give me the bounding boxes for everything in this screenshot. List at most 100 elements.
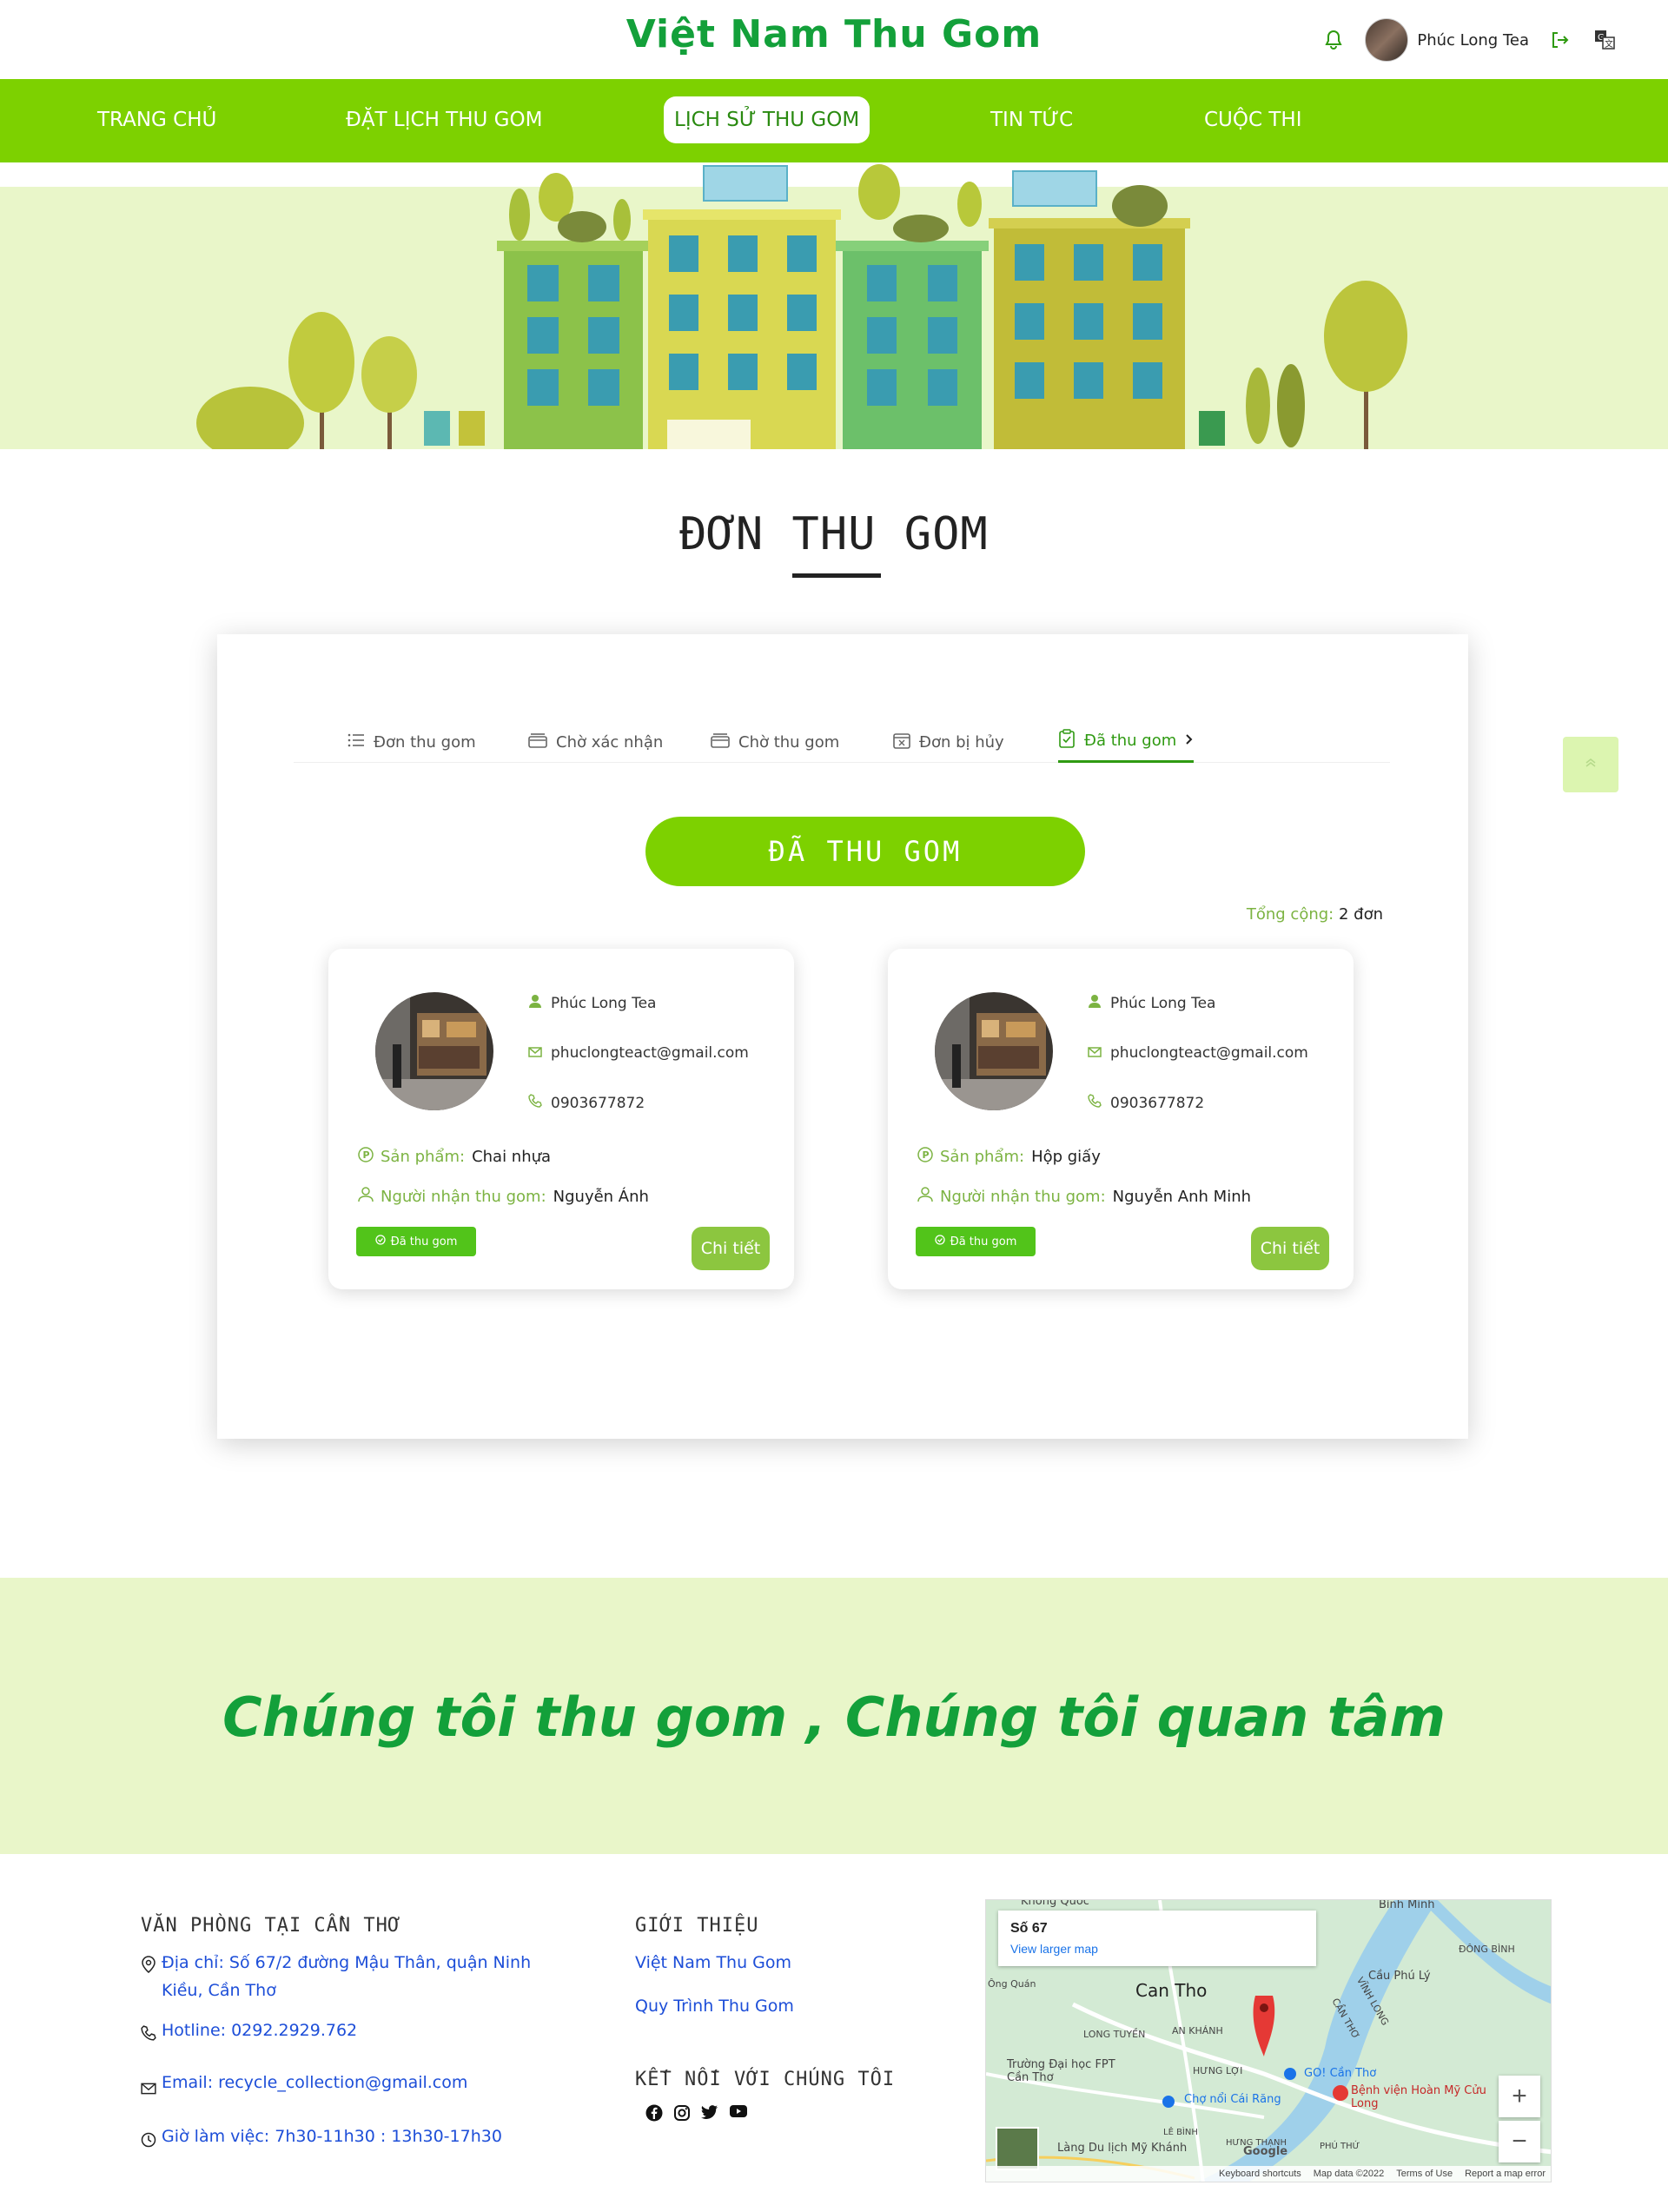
clock-icon: [141, 2123, 156, 2156]
site-header: Việt Nam Thu Gom Phúc Long Tea G文: [0, 0, 1668, 79]
facebook-icon[interactable]: [645, 2104, 663, 2125]
tab-awaiting-collection[interactable]: Chờ thu gom: [711, 721, 839, 763]
receiver-value: Nguyễn Anh Minh: [1112, 1188, 1252, 1206]
product-label: Sản phẩm:: [940, 1148, 1025, 1166]
list-icon: [348, 732, 365, 752]
zoom-in-button[interactable]: +: [1499, 2076, 1540, 2117]
product-value: Hộp giấy: [1031, 1148, 1101, 1166]
map-label: Khong Quoc: [1021, 1899, 1089, 1908]
nav-item-history[interactable]: LỊCH SỬ THU GOM: [664, 96, 870, 143]
user-icon: [1088, 994, 1102, 1012]
product-row: P Sản phẩm: Hộp giấy: [917, 1147, 1101, 1167]
map-label: Làng Du lịch Mỹ Khánh: [1057, 2142, 1188, 2155]
nav-item-contest[interactable]: CUỘC THI: [1194, 96, 1313, 143]
title-part-1: ĐƠN: [679, 508, 792, 560]
total-label: Tổng cộng:: [1246, 905, 1334, 924]
status-badge: Đã thu gom: [356, 1227, 476, 1256]
calendar-x-icon: [893, 732, 910, 753]
detail-button[interactable]: Chi tiết: [692, 1227, 770, 1270]
receiver-label: Người nhận thu gom:: [381, 1188, 546, 1206]
tab-collected[interactable]: Đã thu gom: [1058, 721, 1195, 763]
svg-text:P: P: [363, 1149, 370, 1161]
check-circle-icon: [374, 1235, 386, 1248]
terms-link[interactable]: Terms of Use: [1396, 2169, 1453, 2179]
tab-label: Đơn bị hủy: [919, 732, 1004, 752]
receiver-row: Người nhận thu gom: Nguyễn Anh Minh: [917, 1187, 1251, 1207]
view-larger-map-link[interactable]: View larger map: [1010, 1942, 1098, 1956]
intro-link-home[interactable]: Việt Nam Thu Gom: [635, 1949, 930, 1977]
badge-label: Đã thu gom: [390, 1235, 458, 1248]
tab-label: Đơn thu gom: [374, 732, 476, 752]
nav-item-home[interactable]: TRANG CHỦ: [87, 96, 227, 143]
store-photo: [375, 992, 493, 1110]
email: Email: recycle_collection@gmail.com: [162, 2073, 468, 2092]
tab-label: Chờ thu gom: [738, 732, 840, 752]
hotline-line[interactable]: Hotline: 0292.2929.762: [141, 2017, 575, 2050]
report-error-link[interactable]: Report a map error: [1465, 2169, 1546, 2179]
map-label: PHÚ THỨ: [1320, 2142, 1360, 2151]
user-name: Phúc Long Tea: [1417, 30, 1529, 50]
map-label: GO! Cần Thơ: [1304, 2067, 1377, 2080]
parking-icon: P: [917, 1147, 933, 1167]
store-email: phuclongteact@gmail.com: [551, 1044, 749, 1062]
slogan: Chúng tôi thu gom , Chúng tôi quan tâm: [222, 1685, 1446, 1749]
office-heading: VĂN PHÒNG TẠI CẦN THƠ: [141, 1915, 401, 1937]
youtube-icon[interactable]: [729, 2104, 748, 2125]
location-icon: [141, 1949, 156, 1982]
store-phone: 0903677872: [1110, 1094, 1205, 1112]
map-label: Cầu Phú Lý: [1368, 1970, 1431, 1983]
tab-label: Chờ xác nhận: [556, 732, 664, 752]
tab-all-orders[interactable]: Đơn thu gom: [348, 721, 476, 763]
map-place: Số 67: [1010, 1921, 1048, 1936]
chevron-up-icon: [1584, 757, 1598, 772]
badge-label: Đã thu gom: [950, 1235, 1017, 1248]
nav-item-schedule[interactable]: ĐẶT LỊCH THU GOM: [335, 96, 553, 143]
email-row: phuclongteact@gmail.com: [528, 1044, 749, 1062]
parking-icon: P: [358, 1147, 374, 1167]
total-count: Tổng cộng: 2 đơn: [1247, 905, 1383, 924]
phone-icon: [528, 1094, 542, 1112]
phone-row: 0903677872: [1088, 1094, 1204, 1112]
zoom-out-button[interactable]: −: [1499, 2121, 1540, 2162]
translate-icon[interactable]: G文: [1590, 25, 1619, 55]
clipboard-check-icon: [1058, 729, 1076, 752]
title-part-2: THU: [791, 508, 877, 560]
svg-text:P: P: [923, 1149, 930, 1161]
instagram-icon[interactable]: [673, 2104, 691, 2125]
store-photo: [935, 992, 1053, 1110]
map-label: Trường Đại học FPT Cần Thơ: [1007, 2058, 1115, 2084]
receiver-label: Người nhận thu gom:: [940, 1188, 1106, 1206]
hours: Giờ làm việc: 7h30-11h30 : 13h30-17h30: [162, 2127, 502, 2146]
address: Địa chỉ: Số 67/2 đường Mậu Thân, quận Ni…: [162, 1953, 532, 2000]
bell-icon[interactable]: [1318, 24, 1349, 56]
product-value: Chai nhựa: [472, 1148, 552, 1166]
store-name-row: Phúc Long Tea: [1088, 994, 1215, 1012]
user-menu[interactable]: Phúc Long Tea: [1365, 18, 1529, 62]
detail-button[interactable]: Chi tiết: [1251, 1227, 1329, 1270]
person-icon: [917, 1187, 933, 1207]
tab-awaiting-confirmation[interactable]: Chờ xác nhận: [528, 721, 663, 763]
chevron-right-icon: [1185, 732, 1194, 750]
hours-line: Giờ làm việc: 7h30-11h30 : 13h30-17h30: [141, 2123, 575, 2156]
product-row: P Sản phẩm: Chai nhựa: [358, 1147, 551, 1167]
intro-link-process[interactable]: Quy Trình Thu Gom: [635, 1992, 930, 2020]
store-email: phuclongteact@gmail.com: [1110, 1044, 1308, 1062]
location-map[interactable]: Số 67 View larger map Can Tho Khong Quoc…: [985, 1899, 1552, 2182]
map-label: LÊ BÌNH: [1163, 2128, 1198, 2137]
map-city-label: Can Tho: [1135, 1980, 1208, 2001]
email-line[interactable]: Email: recycle_collection@gmail.com: [141, 2069, 575, 2103]
phone-icon: [1088, 1094, 1102, 1112]
hotline: Hotline: 0292.2929.762: [162, 2021, 358, 2040]
map-label: Chợ nổi Cái Răng: [1184, 2093, 1281, 2106]
store-name: Phúc Long Tea: [1110, 994, 1216, 1012]
mail-icon: [1088, 1044, 1102, 1062]
logout-icon[interactable]: [1545, 25, 1574, 55]
nav-item-news[interactable]: TIN TỨC: [980, 96, 1083, 143]
keyboard-shortcuts-link[interactable]: Keyboard shortcuts: [1219, 2169, 1301, 2179]
tab-cancelled[interactable]: Đơn bị hủy: [893, 721, 1004, 763]
twitter-icon[interactable]: [701, 2104, 718, 2125]
address-line: Địa chỉ: Số 67/2 đường Mậu Thân, quận Ni…: [141, 1949, 575, 2004]
scroll-to-top-button[interactable]: [1563, 737, 1618, 792]
tray-icon: [711, 732, 730, 752]
mail-icon: [141, 2069, 156, 2103]
